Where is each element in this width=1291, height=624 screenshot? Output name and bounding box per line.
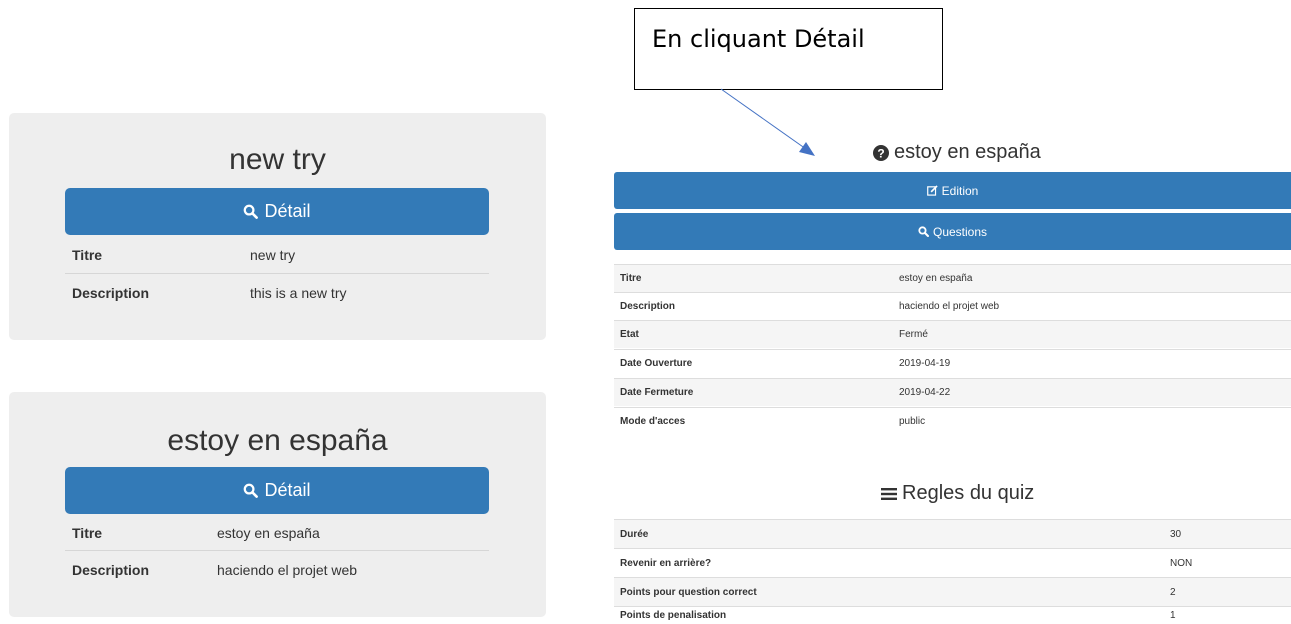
question-circle-icon: ?: [873, 144, 889, 161]
row-value: estoy en españa: [217, 525, 320, 541]
detail-button-label: Détail: [264, 201, 311, 221]
card-title: new try: [229, 143, 326, 176]
info-row-mode-acces: Mode d'acces public: [614, 407, 1291, 435]
card-row-titre: Titre new try: [65, 236, 489, 274]
quiz-card-new-try: new try Détail Titre new try Description…: [9, 113, 546, 340]
edition-button-label: Edition: [941, 183, 979, 198]
info-row-description: Description haciendo el projet web: [614, 292, 1291, 320]
info-label: Mode d'acces: [620, 416, 686, 427]
info-value: public: [899, 416, 926, 427]
info-row-etat: Etat Fermé: [614, 320, 1291, 348]
search-icon: [918, 226, 929, 237]
info-row-date-ouverture: Date Ouverture 2019-04-19: [614, 349, 1291, 377]
rule-row-revenir: Revenir en arrière? NON: [614, 548, 1291, 577]
row-label: Titre: [72, 247, 103, 263]
info-label: Date Fermeture: [620, 387, 694, 398]
row-value: new try: [250, 247, 296, 263]
rule-label: Durée: [620, 528, 649, 540]
rule-row-duree: Durée 30: [614, 519, 1291, 548]
info-label: Description: [620, 301, 676, 312]
detail-button[interactable]: Détail: [65, 188, 489, 235]
card-row-description: Description haciendo el projet web: [65, 550, 489, 589]
detail-button[interactable]: Détail: [65, 467, 489, 514]
rule-value: NON: [1170, 557, 1193, 569]
row-value: this is a new try: [250, 285, 347, 301]
questions-button[interactable]: Questions: [614, 213, 1291, 250]
row-label: Titre: [72, 525, 103, 541]
rule-label: Points pour question correct: [620, 586, 757, 598]
search-icon: [244, 204, 259, 219]
info-label: Titre: [620, 273, 642, 284]
callout-text: En cliquant Détail: [652, 25, 865, 53]
rule-value: 30: [1170, 528, 1182, 540]
detail-button-label: Détail: [264, 480, 311, 500]
info-row-date-fermeture: Date Fermeture 2019-04-22: [614, 378, 1291, 406]
card-title: estoy en españa: [167, 424, 388, 457]
rule-label: Points de penalisation: [620, 610, 727, 621]
rule-value: 2: [1170, 586, 1176, 598]
quiz-detail-title: ? estoy en españa: [873, 141, 1041, 164]
rule-label: Revenir en arrière?: [620, 557, 712, 569]
row-label: Description: [72, 285, 150, 301]
card-row-titre: Titre estoy en españa: [65, 514, 489, 552]
info-label: Date Ouverture: [620, 358, 693, 369]
info-value: haciendo el projet web: [899, 301, 1000, 312]
list-icon: [881, 487, 897, 500]
info-label: Etat: [620, 329, 639, 340]
info-value: Fermé: [899, 329, 928, 340]
card-row-description: Description this is a new try: [65, 273, 489, 312]
row-label: Description: [72, 562, 150, 578]
svg-text:?: ?: [877, 146, 884, 160]
info-value: estoy en españa: [899, 273, 973, 284]
info-row-titre: Titre estoy en españa: [614, 264, 1291, 292]
info-value: 2019-04-22: [899, 387, 951, 398]
quiz-card-estoy-en-espana: estoy en españa Détail Titre estoy en es…: [9, 392, 546, 617]
search-icon: [244, 483, 259, 498]
quiz-title-text: estoy en españa: [894, 141, 1041, 163]
callout-box: En cliquant Détail: [634, 8, 943, 90]
edit-icon: [926, 185, 938, 196]
rule-row-points-correct: Points pour question correct 2: [614, 577, 1291, 606]
rules-title-text: Regles du quiz: [902, 482, 1035, 504]
rules-title: Regles du quiz: [881, 482, 1034, 505]
edition-button[interactable]: Edition: [614, 172, 1291, 209]
rule-value: 1: [1170, 610, 1176, 621]
questions-button-label: Questions: [932, 224, 988, 239]
rule-row-points-penalisation: Points de penalisation 1: [614, 606, 1291, 624]
row-value: haciendo el projet web: [217, 562, 358, 578]
info-value: 2019-04-19: [899, 358, 951, 369]
